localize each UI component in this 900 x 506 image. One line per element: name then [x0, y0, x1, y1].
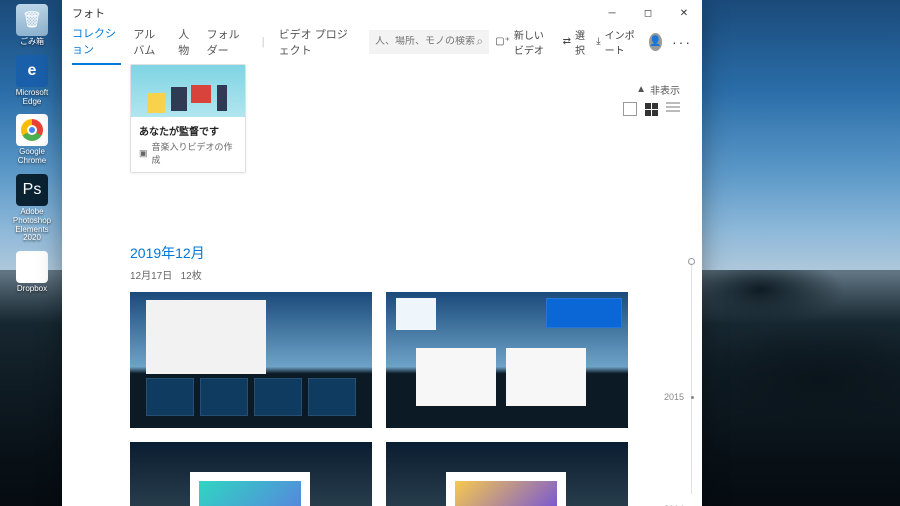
google-chrome-icon: [16, 114, 48, 146]
photos-window: フォト ─ ◻ ✕ コレクション アルバム 人物 フォルダー | ビデオ プロジ…: [62, 0, 702, 506]
desktop-icon-label: ごみ箱: [6, 38, 58, 47]
chevron-up-icon: ▲: [636, 84, 646, 95]
tab-people[interactable]: 人物: [178, 20, 194, 64]
card-subtitle: ▣ 音楽入りビデオの作成: [139, 140, 237, 166]
desktop-icon-label: Microsoft Edge: [6, 89, 58, 107]
photo-thumbnail[interactable]: [386, 292, 628, 428]
video-icon: ▢⁺: [495, 36, 510, 47]
select-button[interactable]: ⇄ 選択: [563, 27, 587, 57]
search-icon[interactable]: ⌕: [476, 34, 483, 49]
section-subheader: 12月17日 12枚: [130, 267, 686, 282]
import-icon: ⤓: [596, 36, 600, 47]
section-date: 12月17日: [130, 271, 172, 282]
close-button[interactable]: ✕: [666, 0, 702, 26]
timeline-year[interactable]: 2015: [664, 392, 684, 402]
photoshop-elements-icon: Ps: [16, 174, 48, 206]
view-single[interactable]: [623, 102, 637, 116]
desktop: 🗑 ごみ箱 e Microsoft Edge Google Chrome PsAdobe …: [0, 0, 900, 506]
import-label: インポート: [605, 27, 639, 57]
view-toggle: [623, 102, 680, 116]
dropbox-icon: ⬢: [16, 251, 48, 283]
user-avatar[interactable]: 👤: [649, 33, 662, 51]
music-video-icon: ▣: [139, 148, 148, 159]
photo-thumbnail[interactable]: [130, 442, 372, 506]
non-display-toggle[interactable]: ▲ 非表示: [636, 82, 680, 97]
select-label: 選択: [575, 27, 586, 57]
import-button[interactable]: ⤓ インポート: [596, 27, 639, 57]
view-grid[interactable]: [645, 103, 658, 116]
recycle-bin-icon: 🗑: [16, 4, 48, 36]
section-count: 12枚: [181, 271, 202, 282]
card-sub-label: 音楽入りビデオの作成: [152, 140, 237, 166]
photo-thumbnail[interactable]: [130, 292, 372, 428]
content-area: あなたが監督です ▣ 音楽入りビデオの作成 ▲ 非表示 2019年12月: [62, 58, 702, 506]
new-video-button[interactable]: ▢⁺ 新しいビデオ: [495, 27, 552, 57]
director-card[interactable]: あなたが監督です ▣ 音楽入りビデオの作成: [130, 64, 246, 173]
select-icon: ⇄: [563, 36, 571, 47]
microsoft-edge-icon: e: [16, 55, 48, 87]
year-timeline[interactable]: 2015 2014 2013: [666, 248, 696, 498]
thumbnail-grid: [130, 292, 686, 506]
maximize-button[interactable]: ◻: [630, 0, 666, 26]
section-header[interactable]: 2019年12月: [130, 243, 686, 263]
search-input[interactable]: [375, 36, 476, 47]
separator: |: [262, 36, 265, 48]
desktop-icon-microsoft-edge[interactable]: e Microsoft Edge: [6, 55, 58, 107]
person-icon: 👤: [649, 36, 661, 47]
card-meta: あなたが監督です ▣ 音楽入りビデオの作成: [131, 117, 245, 172]
desktop-icon-label: Dropbox: [6, 285, 58, 294]
window-buttons: ─ ◻ ✕: [594, 0, 702, 26]
tab-album[interactable]: アルバム: [133, 20, 166, 64]
non-display-label: 非表示: [650, 82, 680, 97]
timeline-knob[interactable]: [688, 258, 695, 265]
photo-thumbnail[interactable]: [386, 442, 628, 506]
more-button[interactable]: ···: [672, 34, 692, 50]
toolbar-right: ▢⁺ 新しいビデオ ⇄ 選択 ⤓ インポート 👤 ···: [495, 27, 692, 57]
desktop-icon-recycle-bin[interactable]: 🗑 ごみ箱: [6, 4, 58, 47]
view-list[interactable]: [666, 102, 680, 116]
card-illustration: [131, 65, 245, 117]
desktop-icon-label: Google Chrome: [6, 148, 58, 166]
desktop-icon-photoshop-elements[interactable]: PsAdobe Photoshop Elements 2020: [6, 174, 58, 243]
desktop-icon-label: Adobe Photoshop Elements 2020: [6, 208, 58, 243]
tab-video-projects[interactable]: ビデオ プロジェクト: [279, 20, 355, 64]
tab-folders[interactable]: フォルダー: [207, 20, 248, 64]
desktop-icon-google-chrome[interactable]: Google Chrome: [6, 114, 58, 166]
month-section: 2019年12月 12月17日 12枚: [130, 243, 686, 506]
minimize-button[interactable]: ─: [594, 0, 630, 26]
new-video-label: 新しいビデオ: [514, 27, 553, 57]
desktop-icon-dropbox[interactable]: ⬢ Dropbox: [6, 251, 58, 294]
timeline-line: [691, 262, 692, 494]
search-box[interactable]: ⌕: [369, 30, 489, 54]
toolbar: コレクション アルバム 人物 フォルダー | ビデオ プロジェクト ⌕ ▢⁺ 新…: [62, 26, 702, 58]
desktop-icons: 🗑 ごみ箱 e Microsoft Edge Google Chrome PsAdobe …: [6, 4, 60, 302]
card-title: あなたが監督です: [139, 123, 237, 138]
